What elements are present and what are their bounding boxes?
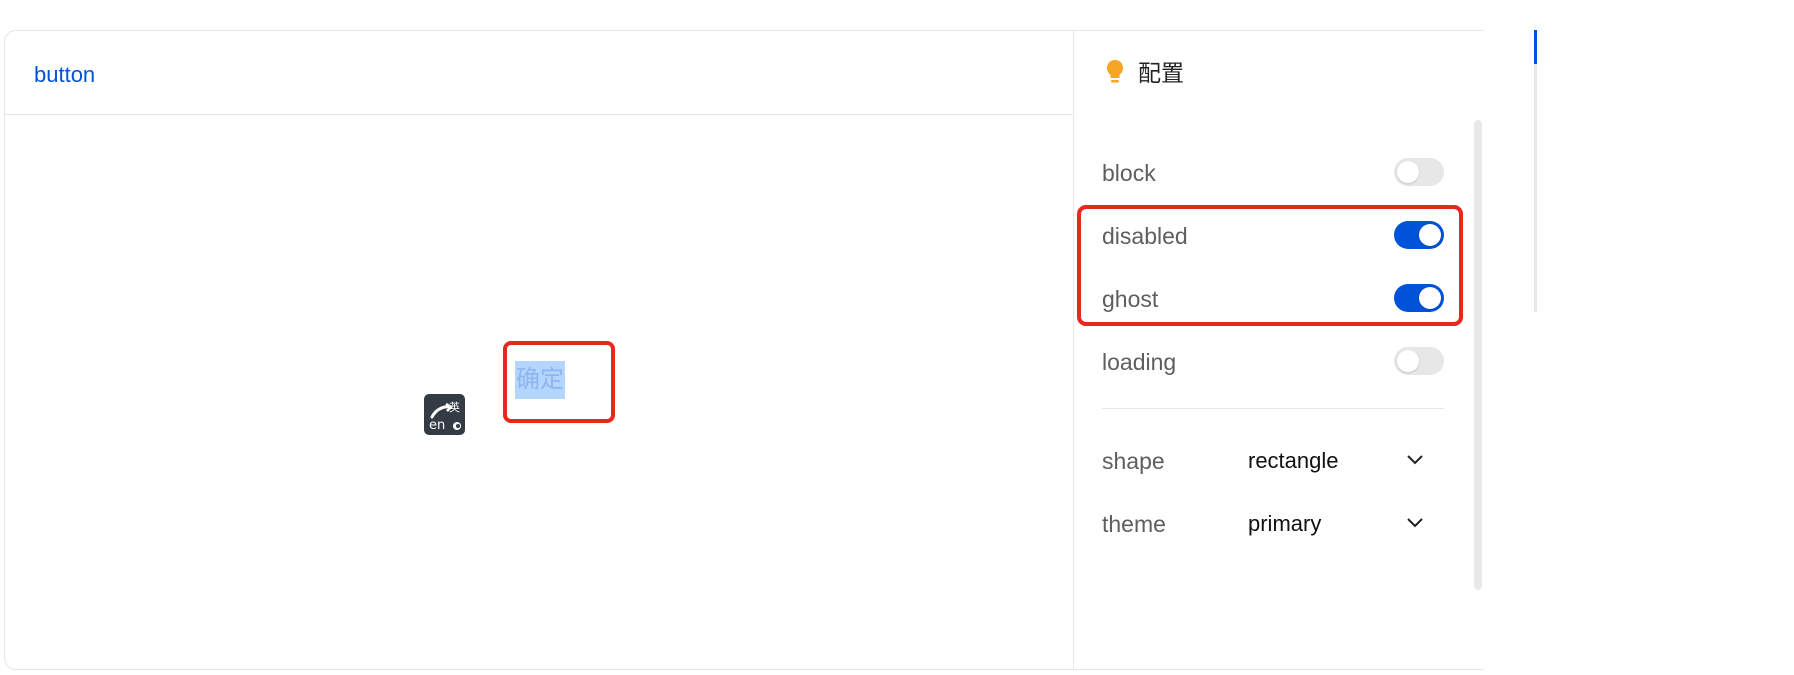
shape-select-value: rectangle xyxy=(1248,448,1339,473)
config-divider xyxy=(1102,408,1444,409)
demo-stage: 英 en 确定 xyxy=(5,115,1073,675)
block-config-row: block xyxy=(1102,151,1444,195)
switch-knob xyxy=(1419,224,1441,246)
preview-confirm-button[interactable]: 确定 xyxy=(503,341,615,423)
anchor-item[interactable] xyxy=(1564,272,1594,312)
ghost-config-row: ghost xyxy=(1102,277,1444,321)
disabled-config-row: disabled xyxy=(1102,214,1444,258)
demo-preview-area: button 英 en 确定 xyxy=(5,31,1073,669)
theme-label: theme xyxy=(1102,511,1166,537)
anchor-nav xyxy=(1564,32,1594,312)
lightbulb-icon xyxy=(1106,59,1124,85)
anchor-rail xyxy=(1534,30,1537,312)
theme-select[interactable]: primary xyxy=(1248,504,1444,542)
shape-select[interactable]: rectangle xyxy=(1248,441,1444,479)
disabled-switch[interactable] xyxy=(1394,221,1444,249)
block-label: block xyxy=(1102,160,1156,186)
config-header: 配置 xyxy=(1074,31,1492,115)
preview-confirm-button-label: 确定 xyxy=(515,361,565,399)
ghost-label: ghost xyxy=(1102,286,1159,312)
svg-text:英: 英 xyxy=(449,400,460,414)
loading-label: loading xyxy=(1102,349,1177,375)
chevron-down-icon xyxy=(1406,453,1424,465)
demo-title[interactable]: button xyxy=(34,61,95,89)
demo-card: button 英 en 确定 配置 block disabled ghost l… xyxy=(4,30,1492,670)
ghost-switch[interactable] xyxy=(1394,284,1444,312)
block-switch[interactable] xyxy=(1394,158,1444,186)
anchor-active-indicator xyxy=(1534,30,1537,64)
anchor-item[interactable] xyxy=(1564,232,1594,272)
theme-select-value: primary xyxy=(1248,511,1322,536)
config-panel: 配置 block disabled ghost loading shape re… xyxy=(1073,31,1492,669)
anchor-item[interactable] xyxy=(1564,152,1594,192)
loading-switch[interactable] xyxy=(1394,347,1444,375)
config-title: 配置 xyxy=(1138,60,1184,86)
switch-knob xyxy=(1397,161,1419,183)
shape-config-row: shape rectangle xyxy=(1102,437,1444,481)
svg-text:en: en xyxy=(429,418,445,433)
config-scrollbar[interactable] xyxy=(1474,120,1482,590)
chevron-down-icon xyxy=(1406,516,1424,528)
loading-config-row: loading xyxy=(1102,340,1444,384)
anchor-item[interactable] xyxy=(1564,112,1594,152)
demo-header: button xyxy=(5,31,1073,115)
anchor-item[interactable] xyxy=(1564,192,1594,232)
anchor-item[interactable] xyxy=(1564,32,1594,72)
switch-knob xyxy=(1419,287,1441,309)
disabled-label: disabled xyxy=(1102,223,1188,249)
anchor-item[interactable] xyxy=(1564,72,1594,112)
shape-label: shape xyxy=(1102,448,1165,474)
theme-config-row: theme primary xyxy=(1102,500,1444,544)
switch-knob xyxy=(1397,350,1419,372)
input-method-icon[interactable]: 英 en xyxy=(424,394,465,435)
